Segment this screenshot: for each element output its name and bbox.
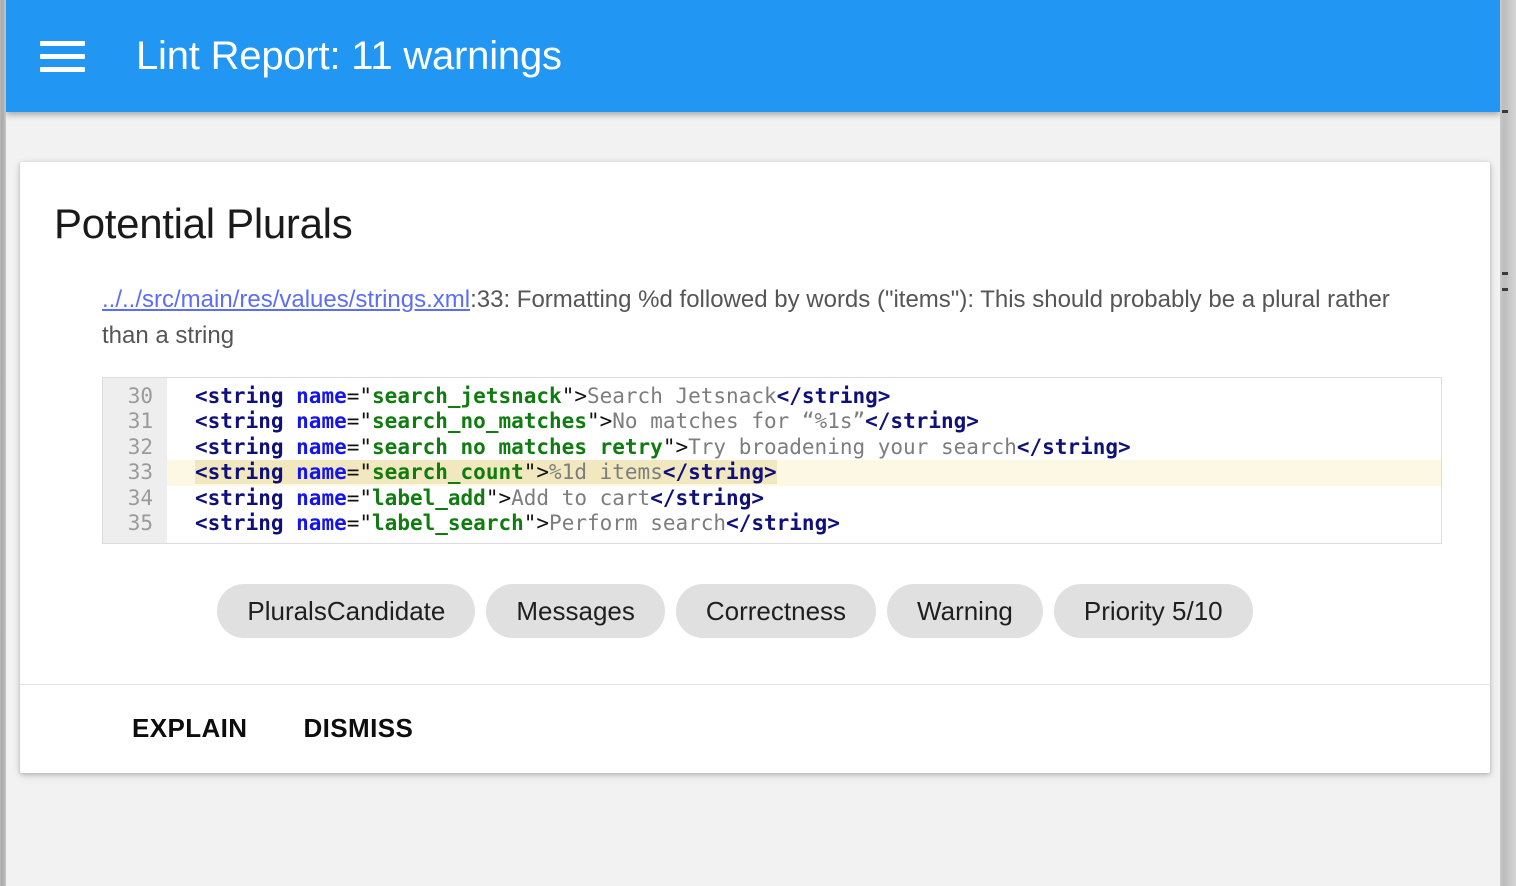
window-edge-left (0, 0, 6, 886)
code-line-content: <string name="search no matches retry">T… (195, 435, 1131, 459)
code-token-close-tag: </string> (650, 486, 764, 510)
menu-bar-3 (40, 67, 85, 72)
code-token-equals: =" (347, 384, 372, 408)
code-token-text: Search Jetsnack (587, 384, 777, 408)
code-token-tag: <string (195, 460, 284, 484)
issue-chip[interactable]: Warning (887, 584, 1043, 638)
code-line-content: <string name="label_search">Perform sear… (195, 511, 840, 535)
code-token-attribute: name (284, 409, 347, 433)
code-line: <string name="label_search">Perform sear… (167, 511, 1441, 537)
dismiss-button[interactable]: DISMISS (303, 713, 413, 744)
code-token-equals: =" (347, 435, 372, 459)
card-actions: EXPLAIN DISMISS (20, 685, 1490, 773)
menu-bar-2 (40, 54, 85, 59)
code-line-number: 31 (103, 409, 153, 435)
code-line-content: <string name="label_add">Add to cart</st… (195, 486, 764, 510)
code-token-value: label_search (372, 511, 524, 535)
code-token-close-tag: </string> (726, 511, 840, 535)
code-line: <string name="search no matches retry">T… (167, 435, 1441, 461)
code-token-text: Try broadening your search (688, 435, 1017, 459)
issue-chips: PluralsCandidateMessagesCorrectnessWarni… (54, 584, 1456, 638)
code-token-value: search_no_matches (372, 409, 587, 433)
code-token-text: Add to cart (511, 486, 650, 510)
issue-chip[interactable]: Priority 5/10 (1054, 584, 1253, 638)
issue-chip[interactable]: Correctness (676, 584, 876, 638)
code-token-gt: "> (486, 486, 511, 510)
code-line-number: 32 (103, 435, 153, 461)
source-file-link[interactable]: ../../src/main/res/values/strings.xml (102, 286, 470, 313)
hamburger-menu-icon[interactable] (40, 36, 88, 76)
code-token-close-tag: </string> (777, 384, 891, 408)
code-token-gt: "> (524, 511, 549, 535)
code-token-value: label_add (372, 486, 486, 510)
code-token-attribute: name (284, 384, 347, 408)
code-token-gt: "> (562, 384, 587, 408)
code-line: <string name="label_add">Add to cart</st… (167, 486, 1441, 512)
code-token-value: search_count (372, 460, 524, 484)
code-line-number: 33 (103, 460, 153, 486)
code-line-content: <string name="search_no_matches">No matc… (195, 409, 979, 433)
code-token-tag: <string (195, 511, 284, 535)
page-title: Lint Report: 11 warnings (136, 34, 562, 79)
issue-title: Potential Plurals (54, 200, 1456, 248)
code-line: <string name="search_no_matches">No matc… (167, 409, 1441, 435)
code-token-attribute: name (284, 511, 347, 535)
code-token-attribute: name (284, 460, 347, 484)
explain-button[interactable]: EXPLAIN (132, 713, 247, 744)
code-token-gt: "> (524, 460, 549, 484)
code-line-number: 30 (103, 384, 153, 410)
code-token-text: %1d items (549, 460, 663, 484)
scroll-tick (1502, 272, 1508, 275)
menu-bar-1 (40, 41, 85, 46)
code-token-close-tag: </string> (663, 460, 777, 484)
issue-card-body: Potential Plurals ../../src/main/res/val… (20, 162, 1490, 684)
code-gutter: 303132333435 (103, 378, 167, 543)
code-token-close-tag: </string> (865, 409, 979, 433)
issue-location-suffix: :33: (470, 286, 517, 313)
code-token-attribute: name (284, 435, 347, 459)
code-lines: <string name="search_jetsnack">Search Je… (167, 378, 1441, 543)
code-line-number: 34 (103, 486, 153, 512)
code-line-content: <string name="search_jetsnack">Search Je… (195, 384, 890, 408)
code-token-text: No matches for “%1s” (612, 409, 865, 433)
code-token-value: search no matches retry (372, 435, 663, 459)
issue-chip[interactable]: PluralsCandidate (217, 584, 475, 638)
code-token-tag: <string (195, 435, 284, 459)
code-token-equals: =" (347, 486, 372, 510)
code-token-tag: <string (195, 384, 284, 408)
window-scrollbar-right[interactable] (1500, 0, 1516, 886)
code-token-tag: <string (195, 409, 284, 433)
issue-card: Potential Plurals ../../src/main/res/val… (20, 162, 1490, 773)
app-bar: Lint Report: 11 warnings (6, 0, 1500, 112)
code-line-number: 35 (103, 511, 153, 537)
code-token-equals: =" (347, 409, 372, 433)
code-token-gt: "> (663, 435, 688, 459)
scroll-tick (1502, 110, 1508, 113)
code-line: <string name="search_jetsnack">Search Je… (167, 384, 1441, 410)
code-token-value: search_jetsnack (372, 384, 562, 408)
code-snippet: 303132333435 <string name="search_jetsna… (102, 377, 1442, 544)
content-area: Potential Plurals ../../src/main/res/val… (6, 112, 1500, 886)
code-token-equals: =" (347, 511, 372, 535)
code-token-text: Perform search (549, 511, 726, 535)
code-token-attribute: name (284, 486, 347, 510)
issue-description: ../../src/main/res/values/strings.xml:33… (102, 282, 1402, 355)
code-token-tag: <string (195, 486, 284, 510)
code-token-close-tag: </string> (1017, 435, 1131, 459)
code-token-gt: "> (587, 409, 612, 433)
scroll-tick (1502, 288, 1508, 291)
issue-chip[interactable]: Messages (486, 584, 665, 638)
code-token-equals: =" (347, 460, 372, 484)
code-line-content: <string name="search_count">%1d items</s… (195, 460, 777, 484)
code-line: <string name="search_count">%1d items</s… (167, 460, 1441, 486)
